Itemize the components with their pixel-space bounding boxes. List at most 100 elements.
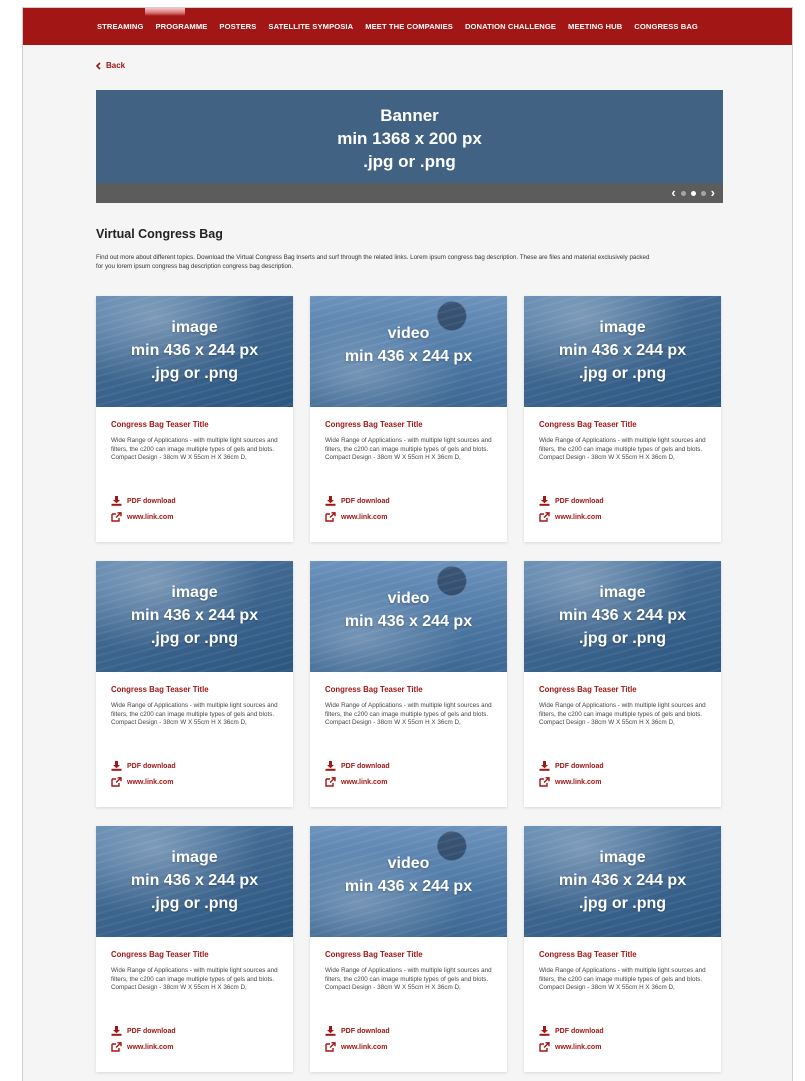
video-placeholder[interactable]: video min 436 x 244 px xyxy=(310,561,507,672)
external-link-icon xyxy=(539,512,550,522)
card-title[interactable]: Congress Bag Teaser Title xyxy=(111,685,209,694)
pdf-download-label: PDF download xyxy=(127,1027,176,1035)
card-title[interactable]: Congress Bag Teaser Title xyxy=(539,685,637,694)
external-link[interactable]: www.link.com xyxy=(539,512,601,522)
banner-control-bar: ‹ › xyxy=(96,183,723,203)
download-icon xyxy=(539,1026,550,1036)
download-icon xyxy=(111,1026,122,1036)
carousel-dot-2[interactable] xyxy=(690,190,696,196)
congress-bag-card: image min 436 x 244 px .jpg or .png Cong… xyxy=(524,826,721,1072)
media-caption: image min 436 x 244 px .jpg or .png xyxy=(524,846,721,915)
nav-item-posters[interactable]: POSTERS xyxy=(219,22,256,31)
carousel-prev-icon[interactable]: ‹ xyxy=(671,186,675,199)
back-label: Back xyxy=(106,61,126,70)
pdf-download-label: PDF download xyxy=(127,762,176,770)
card-description: Wide Range of Applications - with multip… xyxy=(539,702,706,727)
nav-item-donation-challenge[interactable]: DONATION CHALLENGE xyxy=(465,22,556,31)
video-placeholder[interactable]: video min 436 x 244 px xyxy=(310,826,507,937)
download-icon xyxy=(325,496,336,506)
nav-items: STREAMING PROGRAMME POSTERS SATELLITE SY… xyxy=(97,22,710,31)
external-link[interactable]: www.link.com xyxy=(325,512,387,522)
card-description: Wide Range of Applications - with multip… xyxy=(539,437,706,462)
congress-bag-card: image min 436 x 244 px .jpg or .png Cong… xyxy=(524,296,721,542)
card-title[interactable]: Congress Bag Teaser Title xyxy=(325,685,423,694)
card-title[interactable]: Congress Bag Teaser Title xyxy=(111,420,209,429)
card-title[interactable]: Congress Bag Teaser Title xyxy=(539,950,637,959)
card-description: Wide Range of Applications - with multip… xyxy=(325,967,492,992)
pdf-download-label: PDF download xyxy=(341,1027,390,1035)
carousel-next-icon[interactable]: › xyxy=(711,186,715,199)
pdf-download-label: PDF download xyxy=(341,497,390,505)
image-placeholder: image min 436 x 244 px .jpg or .png xyxy=(524,561,721,672)
pdf-download-link[interactable]: PDF download xyxy=(325,761,390,771)
banner-text: Banner min 1368 x 200 px .jpg or .png xyxy=(96,104,723,173)
media-caption: image min 436 x 244 px .jpg or .png xyxy=(96,316,293,385)
external-link[interactable]: www.link.com xyxy=(111,777,173,787)
nav-item-programme[interactable]: PROGRAMME xyxy=(155,22,207,31)
media-caption-line-2: min 436 x 244 px xyxy=(558,872,687,889)
banner: Banner min 1368 x 200 px .jpg or .png ‹ … xyxy=(96,90,723,203)
pdf-download-link[interactable]: PDF download xyxy=(539,761,604,771)
media-caption-line-3: .jpg or .png xyxy=(150,895,239,912)
media-caption-line-3: .jpg or .png xyxy=(150,630,239,647)
external-link[interactable]: www.link.com xyxy=(325,777,387,787)
congress-bag-card: image min 436 x 244 px .jpg or .png Cong… xyxy=(524,561,721,807)
external-link[interactable]: www.link.com xyxy=(539,1042,601,1052)
external-link-label: www.link.com xyxy=(127,1043,174,1051)
external-link-label: www.link.com xyxy=(341,778,388,786)
media-caption-line-2: min 436 x 244 px xyxy=(344,348,473,365)
card-title[interactable]: Congress Bag Teaser Title xyxy=(325,950,423,959)
pdf-download-link[interactable]: PDF download xyxy=(539,1026,604,1036)
media-caption-line-1: image xyxy=(171,584,218,601)
congress-bag-card: video min 436 x 244 px Congress Bag Teas… xyxy=(310,296,507,542)
image-placeholder: image min 436 x 244 px .jpg or .png xyxy=(96,561,293,672)
image-placeholder: image min 436 x 244 px .jpg or .png xyxy=(524,296,721,407)
external-link[interactable]: www.link.com xyxy=(111,1042,173,1052)
card-description: Wide Range of Applications - with multip… xyxy=(111,967,278,992)
section-title: Virtual Congress Bag xyxy=(96,227,223,241)
nav-item-streaming[interactable]: STREAMING xyxy=(97,22,143,31)
pdf-download-link[interactable]: PDF download xyxy=(111,496,176,506)
nav-item-satellite-symposia[interactable]: SATELLITE SYMPOSIA xyxy=(268,22,353,31)
card-title[interactable]: Congress Bag Teaser Title xyxy=(111,950,209,959)
carousel-dot-3[interactable] xyxy=(700,190,706,196)
media-caption-line-2: min 436 x 244 px xyxy=(130,607,259,624)
media-caption-line-3: .jpg or .png xyxy=(578,630,667,647)
media-caption-line-2: min 436 x 244 px xyxy=(344,878,473,895)
media-caption-line-3: .jpg or .png xyxy=(150,365,239,382)
media-caption-line-1: video xyxy=(387,590,430,607)
top-navigation: STREAMING PROGRAMME POSTERS SATELLITE SY… xyxy=(23,8,792,45)
nav-item-meeting-hub[interactable]: MEETING HUB xyxy=(568,22,622,31)
pdf-download-link[interactable]: PDF download xyxy=(539,496,604,506)
image-placeholder: image min 436 x 244 px .jpg or .png xyxy=(96,826,293,937)
external-link[interactable]: www.link.com xyxy=(325,1042,387,1052)
pdf-download-link[interactable]: PDF download xyxy=(111,761,176,771)
external-link[interactable]: www.link.com xyxy=(539,777,601,787)
nav-item-meet-the-companies[interactable]: MEET THE COMPANIES xyxy=(365,22,453,31)
nav-item-congress-bag[interactable]: CONGRESS BAG xyxy=(634,22,698,31)
external-link-label: www.link.com xyxy=(127,513,174,521)
media-caption-line-1: video xyxy=(387,855,430,872)
external-link-icon xyxy=(111,777,122,787)
media-caption-line-1: image xyxy=(171,319,218,336)
card-title[interactable]: Congress Bag Teaser Title xyxy=(325,420,423,429)
external-link-label: www.link.com xyxy=(555,513,602,521)
external-link-icon xyxy=(111,512,122,522)
pdf-download-link[interactable]: PDF download xyxy=(325,1026,390,1036)
download-icon xyxy=(111,496,122,506)
media-caption: image min 436 x 244 px .jpg or .png xyxy=(524,581,721,650)
external-link[interactable]: www.link.com xyxy=(111,512,173,522)
card-description: Wide Range of Applications - with multip… xyxy=(325,437,492,462)
pdf-download-link[interactable]: PDF download xyxy=(325,496,390,506)
pdf-download-link[interactable]: PDF download xyxy=(111,1026,176,1036)
image-placeholder: image min 436 x 244 px .jpg or .png xyxy=(96,296,293,407)
banner-line-2: min 1368 x 200 px xyxy=(337,129,482,148)
media-caption: video min 436 x 244 px xyxy=(310,322,507,368)
media-caption-line-2: min 436 x 244 px xyxy=(130,872,259,889)
back-link[interactable]: Back xyxy=(95,61,125,70)
carousel-dot-1[interactable] xyxy=(680,190,686,196)
banner-line-1: Banner xyxy=(380,106,439,125)
video-placeholder[interactable]: video min 436 x 244 px xyxy=(310,296,507,407)
card-title[interactable]: Congress Bag Teaser Title xyxy=(539,420,637,429)
external-link-label: www.link.com xyxy=(341,1043,388,1051)
